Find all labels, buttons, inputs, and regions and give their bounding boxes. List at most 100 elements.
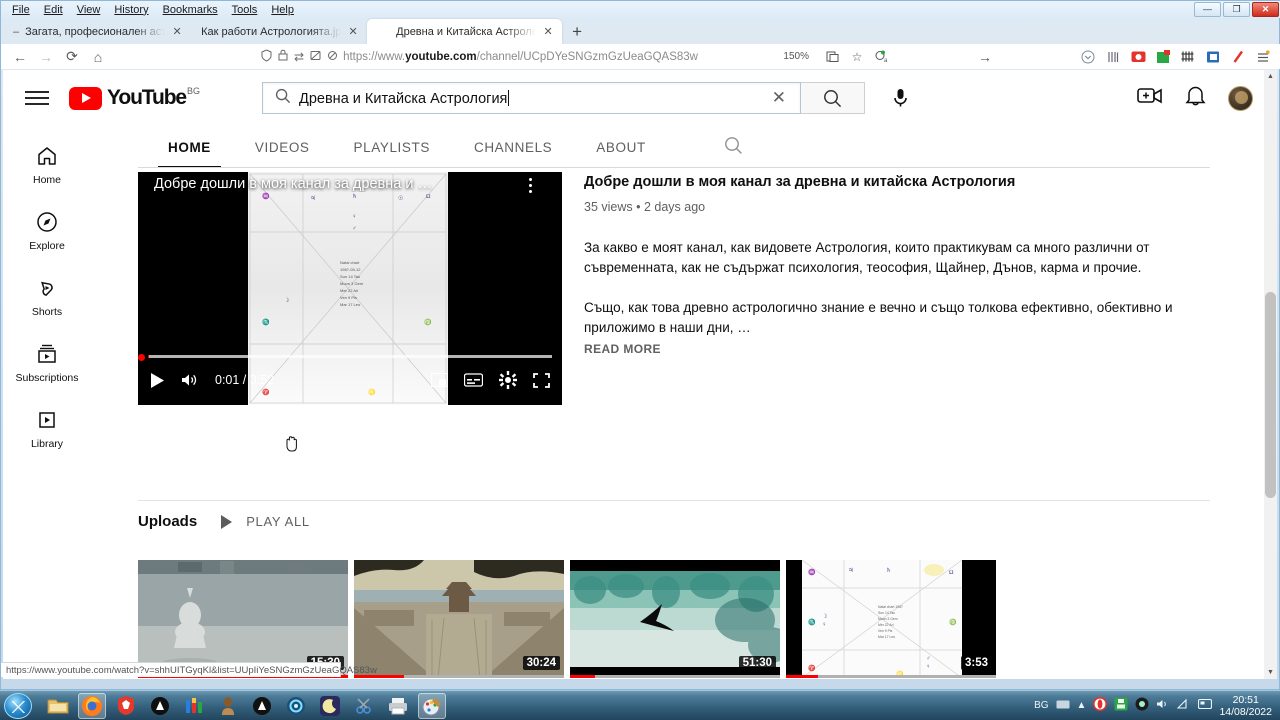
featured-video-title[interactable]: Добре дошли в моя канал за древна и кита… (584, 172, 1210, 192)
extension-icon[interactable] (1155, 49, 1171, 65)
tab-about[interactable]: ABOUT (574, 126, 668, 168)
shield-icon[interactable] (261, 48, 272, 65)
taskbar-circle-icon[interactable] (282, 693, 310, 719)
close-button[interactable]: ✕ (1252, 2, 1279, 17)
tray-volume-icon[interactable] (1156, 698, 1170, 713)
avatar[interactable] (1228, 85, 1253, 111)
zoom-level-label[interactable]: 150% (783, 51, 809, 62)
tab-channels[interactable]: CHANNELS (452, 126, 574, 168)
video-card[interactable]: 30:24 Кратка история на китайската Астро… (354, 560, 564, 679)
start-button[interactable] (4, 692, 32, 719)
taskbar-explorer-icon[interactable] (44, 693, 72, 719)
create-video-icon[interactable] (1137, 86, 1163, 111)
taskbar-clock[interactable]: 20:51 14/08/2022 (1219, 694, 1272, 718)
bookmark-star-icon[interactable]: ☆ (849, 49, 865, 65)
subtitles-button[interactable] (464, 373, 483, 387)
youtube-logo[interactable]: YouTube BG (69, 86, 200, 110)
menu-view[interactable]: View (70, 3, 108, 17)
menu-help[interactable]: Help (264, 3, 301, 17)
video-progress-bar[interactable] (148, 355, 552, 358)
back-button[interactable]: ← (7, 49, 33, 65)
menu-edit[interactable]: Edit (37, 3, 70, 17)
pocket-icon[interactable] (1080, 49, 1096, 65)
page-scrollbar[interactable]: ▲ ▼ (1264, 70, 1277, 679)
go-arrow-icon[interactable]: → (977, 49, 993, 65)
scrollbar-thumb[interactable] (1265, 292, 1276, 498)
sidebar-item-shorts[interactable]: Shorts (3, 252, 91, 318)
tray-language-label[interactable]: BG (1034, 700, 1048, 711)
maximize-button[interactable]: ❐ (1223, 2, 1250, 17)
lock-icon[interactable] (278, 49, 288, 64)
taskbar-paint-icon[interactable] (418, 692, 446, 719)
no-screenshot-icon[interactable] (327, 50, 338, 64)
settings-gear-icon[interactable] (499, 371, 517, 389)
miniplayer-button[interactable] (431, 373, 448, 387)
tray-network-icon[interactable] (1177, 698, 1191, 713)
progress-scrubber[interactable] (138, 354, 145, 361)
browser-tab-1-close-icon[interactable]: ✕ (171, 25, 183, 38)
reload-button[interactable]: ⟳ (59, 48, 85, 65)
clear-search-icon[interactable]: ✕ (766, 88, 792, 108)
sync-icon[interactable]: ⇄ (294, 50, 304, 64)
library-icon[interactable] (1105, 49, 1121, 65)
video-thumbnail[interactable]: 30:24 (354, 560, 564, 678)
tray-keyboard-icon[interactable] (1056, 700, 1070, 712)
grid-icon[interactable] (1180, 49, 1196, 65)
scroll-up-icon[interactable]: ▲ (1264, 70, 1277, 83)
video-thumbnail[interactable]: 15:30 (138, 560, 348, 678)
taskbar-chrome-colors-icon[interactable] (180, 693, 208, 719)
guide-menu-icon[interactable] (25, 91, 49, 105)
sidebar-item-subscriptions[interactable]: Subscriptions (3, 318, 91, 384)
tray-record-icon[interactable] (1135, 697, 1149, 714)
play-button[interactable] (150, 372, 165, 389)
sidebar-item-library[interactable]: Library (3, 384, 91, 450)
sidebar-item-home[interactable]: Home (3, 132, 91, 186)
tray-opera-icon[interactable] (1093, 697, 1108, 714)
taskbar-snip-icon[interactable] (350, 693, 378, 719)
taskbar-app-icon[interactable] (146, 693, 174, 719)
tab-home[interactable]: HOME (146, 126, 233, 168)
menu-bookmarks[interactable]: Bookmarks (156, 3, 225, 17)
sidebar-item-explore[interactable]: Explore (3, 186, 91, 252)
video-thumbnail[interactable]: 51:30 (570, 560, 780, 678)
search-input-value[interactable]: Древна и Китайска Астрология (299, 89, 758, 107)
save-to-pocket-icon[interactable] (824, 49, 840, 65)
browser-tab-3[interactable]: Древна и Китайска Астролог ✕ (367, 19, 563, 44)
tray-show-hidden-icon[interactable]: ▲ (1077, 700, 1087, 711)
menu-tools[interactable]: Tools (225, 3, 265, 17)
taskbar-user-icon[interactable] (214, 693, 242, 719)
taskbar-brave-icon[interactable] (112, 693, 140, 719)
search-input[interactable]: Древна и Китайска Астрология ✕ (262, 82, 802, 114)
scroll-down-icon[interactable]: ▼ (1264, 666, 1277, 679)
video-thumbnail[interactable]: Natal chart 1987 Sun 14 Tau Moon 3 Gem M… (786, 560, 996, 678)
translate-icon[interactable]: a (874, 49, 890, 65)
tray-save-icon[interactable] (1114, 697, 1128, 714)
home-button[interactable]: ⌂ (85, 49, 111, 65)
browser-tab-2[interactable]: Как работи Астрологията.jpg (JPE ✕ (191, 19, 367, 44)
notifications-icon[interactable] (1185, 85, 1206, 112)
read-more-button[interactable]: READ MORE (584, 342, 1210, 356)
address-bar[interactable]: ⇄ https://www.youtube.com/channel/UCpDYe… (111, 48, 783, 65)
taskbar-app2-icon[interactable] (248, 693, 276, 719)
url-text[interactable]: https://www.youtube.com/channel/UCpDYeSN… (343, 51, 698, 63)
account-icon[interactable] (1205, 49, 1221, 65)
browser-tab-1[interactable]: – Загата, професионален астро ✕ (3, 19, 191, 44)
menu-file[interactable]: File (5, 3, 37, 17)
browser-tab-2-close-icon[interactable]: ✕ (347, 25, 359, 38)
highlighter-icon[interactable] (1230, 49, 1246, 65)
tab-videos[interactable]: VIDEOS (233, 126, 332, 168)
new-tab-button[interactable]: + (562, 23, 592, 40)
taskbar-firefox-icon[interactable] (78, 692, 106, 719)
menu-history[interactable]: History (107, 3, 155, 17)
search-button[interactable] (801, 82, 866, 114)
browser-tab-3-close-icon[interactable]: ✕ (542, 25, 554, 38)
forward-button[interactable]: → (33, 49, 59, 65)
video-more-options-icon[interactable] (529, 178, 532, 196)
tab-playlists[interactable]: PLAYLISTS (332, 126, 452, 168)
voice-search-button[interactable] (881, 87, 919, 109)
channel-search-icon[interactable] (724, 136, 743, 158)
video-card[interactable]: Natal chart 1987 Sun 14 Tau Moon 3 Gem M… (786, 560, 996, 679)
screenshot-icon[interactable] (1130, 49, 1146, 65)
app-menu-icon[interactable] (1255, 49, 1271, 65)
fullscreen-button[interactable] (533, 372, 550, 388)
